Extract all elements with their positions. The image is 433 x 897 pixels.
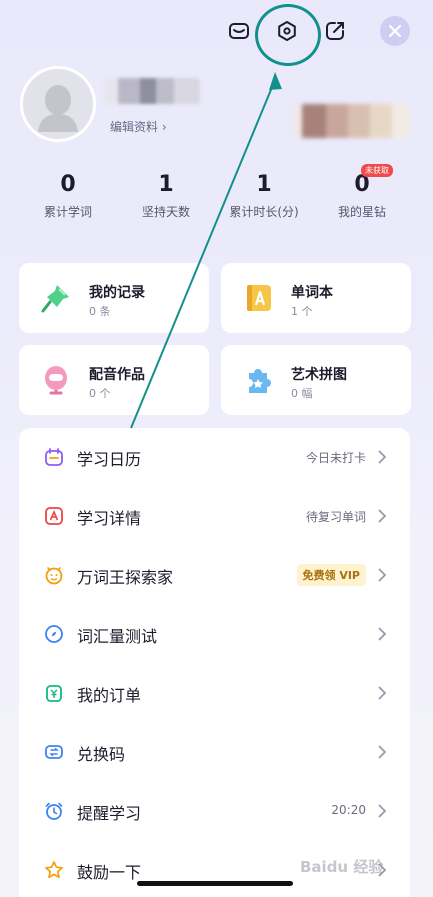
- chevron-right-icon: [378, 509, 387, 523]
- chevron-right-icon: [378, 686, 387, 700]
- annotation-highlight-circle: [255, 4, 321, 66]
- share-icon[interactable]: [318, 14, 352, 48]
- stat-streak-days[interactable]: 1 坚持天数: [116, 172, 216, 220]
- alarm-icon: [45, 802, 63, 820]
- menu-item-study-reminder[interactable]: 提醒学习 20:20: [19, 782, 410, 841]
- menu-label: 我的订单: [77, 686, 142, 705]
- star-icon: [45, 861, 63, 879]
- menu-item-study-details[interactable]: 学习详情 待复习单词: [19, 487, 410, 546]
- card-title: 我的记录: [89, 285, 145, 301]
- card-dubbing-works[interactable]: 配音作品 0 个: [19, 345, 209, 415]
- stat-value: 1: [158, 172, 174, 197]
- menu-label: 学习详情: [77, 509, 142, 528]
- top-bar: [0, 0, 433, 66]
- card-word-book[interactable]: 单词本 1 个: [221, 263, 411, 333]
- edit-profile-link[interactable]: 编辑资料 ›: [110, 118, 167, 135]
- compass-icon: [45, 625, 63, 643]
- vip-badge: 免费领 VIP: [296, 564, 366, 586]
- card-my-records[interactable]: 我的记录 0 条: [19, 263, 209, 333]
- menu-item-word-explorer[interactable]: 万词王探索家 免费领 VIP: [19, 546, 410, 605]
- word-book-icon: [247, 285, 271, 311]
- chevron-right-icon: [378, 627, 387, 641]
- stat-star-diamonds[interactable]: 未获取 0 我的星钻: [312, 164, 412, 220]
- mail-icon[interactable]: [222, 14, 256, 48]
- card-subtitle: 0 幅: [291, 387, 313, 400]
- menu-label: 提醒学习: [77, 804, 142, 823]
- card-subtitle: 0 条: [89, 305, 111, 318]
- explorer-icon: [45, 567, 63, 585]
- baidu-watermark: Baidu 经验: [300, 858, 384, 876]
- menu-item-redeem-code[interactable]: 兑换码: [19, 723, 410, 782]
- stat-value: 0: [354, 172, 370, 197]
- stat-value: 0: [60, 172, 76, 197]
- menu-item-study-calendar[interactable]: 学习日历 今日未打卡: [19, 428, 410, 487]
- stat-label: 坚持天数: [141, 205, 190, 219]
- menu-label: 万词王探索家: [77, 568, 174, 587]
- menu-item-vocab-test[interactable]: 词汇量测试: [19, 605, 410, 664]
- username-blurred: [104, 78, 200, 104]
- stat-label: 累计学词: [43, 205, 92, 219]
- microphone-icon: [45, 366, 67, 395]
- card-art-puzzle[interactable]: 艺术拼图 0 幅: [221, 345, 411, 415]
- settings-menu: 学习日历 今日未打卡 学习详情 待复习单词 万词王探索家 免费领 VIP 词汇量…: [19, 428, 410, 897]
- default-avatar-icon: [38, 85, 78, 132]
- card-title: 艺术拼图: [291, 367, 347, 383]
- chevron-right-icon: [378, 745, 387, 759]
- chevron-right-icon: [378, 568, 387, 582]
- menu-value: 待复习单词: [305, 510, 366, 524]
- study-detail-icon: [45, 507, 63, 525]
- level-badge-blurred: [292, 104, 410, 138]
- menu-item-my-orders[interactable]: 我的订单: [19, 664, 410, 723]
- stat-value: 1: [256, 172, 272, 197]
- menu-value: 今日未打卡: [305, 451, 366, 465]
- card-subtitle: 0 个: [89, 387, 111, 400]
- card-title: 配音作品: [89, 367, 145, 383]
- menu-value: 20:20: [331, 803, 366, 817]
- menu-label: 兑换码: [77, 745, 126, 764]
- stat-total-minutes[interactable]: 1 累计时长(分): [214, 172, 314, 220]
- close-icon: [388, 24, 402, 38]
- close-button[interactable]: [380, 16, 410, 46]
- chevron-right-icon: [378, 450, 387, 464]
- menu-label: 词汇量测试: [77, 627, 158, 646]
- pushpin-icon: [41, 285, 69, 313]
- card-subtitle: 1 个: [291, 305, 313, 318]
- avatar[interactable]: [20, 66, 96, 142]
- not-obtained-badge: 未获取: [361, 164, 393, 177]
- stat-label: 累计时长(分): [229, 205, 299, 219]
- home-indicator[interactable]: [137, 881, 293, 886]
- order-icon: [46, 685, 62, 702]
- stat-label: 我的星钻: [337, 205, 386, 219]
- menu-label: 学习日历: [77, 450, 142, 469]
- stat-words-learned[interactable]: 0 累计学词: [18, 172, 118, 220]
- puzzle-icon: [249, 369, 271, 393]
- calendar-icon: [45, 448, 63, 466]
- card-title: 单词本: [291, 285, 333, 301]
- profile-section: 编辑资料 ›: [0, 62, 433, 152]
- redeem-code-icon: [45, 745, 63, 759]
- menu-label: 鼓励一下: [77, 863, 142, 882]
- stats-row: 0 累计学词 1 坚持天数 1 累计时长(分) 未获取 0 我的星钻: [0, 164, 433, 232]
- chevron-right-icon: [378, 804, 387, 818]
